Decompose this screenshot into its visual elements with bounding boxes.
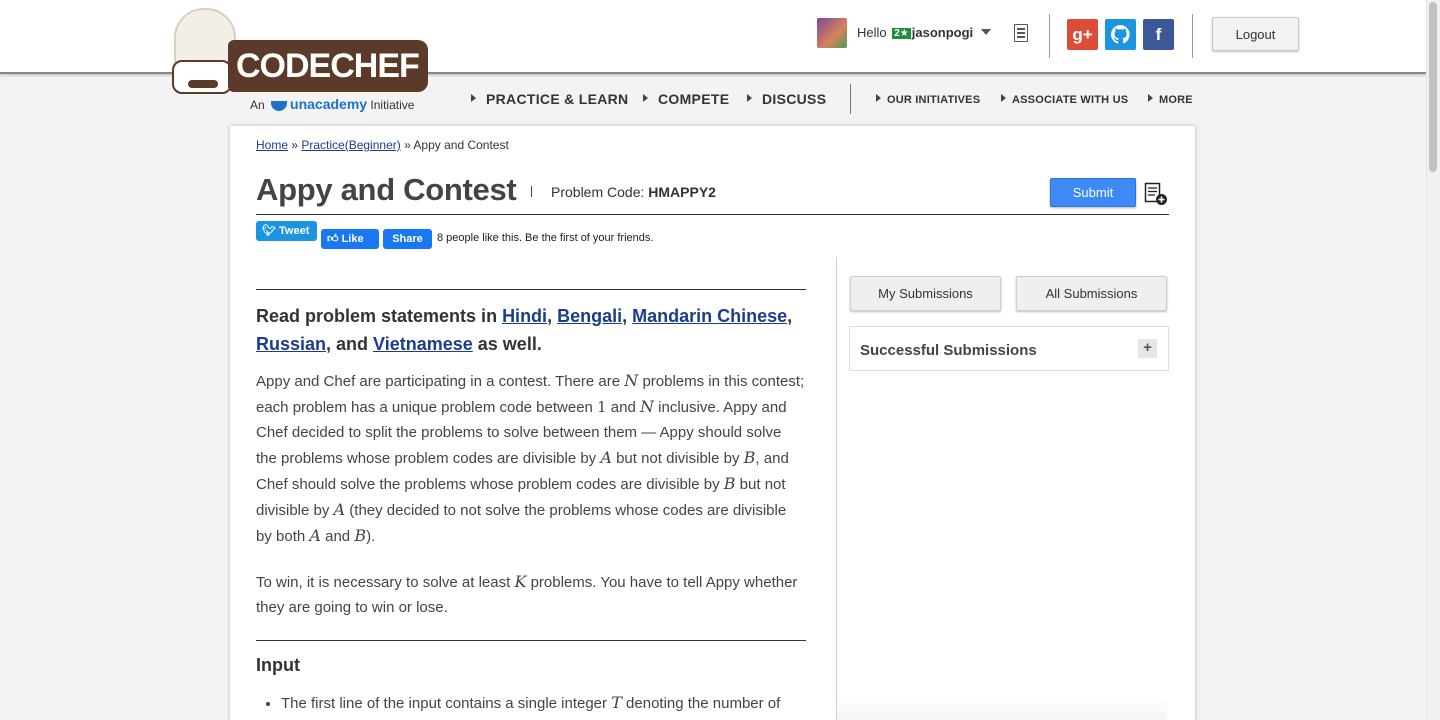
breadcrumb-practice[interactable]: Practice(Beginner) xyxy=(301,138,400,152)
unacademy-icon xyxy=(271,100,288,111)
content-divider xyxy=(256,640,806,641)
facebook-like-button[interactable]: 👍︎ Like xyxy=(321,229,379,249)
nav-discuss[interactable]: DISCUSS xyxy=(747,91,826,107)
chef-hat-icon xyxy=(174,8,236,68)
twitter-bird-icon: 🐦︎ xyxy=(262,225,276,237)
google-plus-icon[interactable]: g+ xyxy=(1067,19,1098,50)
content-divider xyxy=(256,289,806,290)
header-divider xyxy=(1192,14,1193,58)
sidebar-shadow xyxy=(837,696,1167,720)
lang-link-hindi[interactable]: Hindi xyxy=(502,306,547,326)
breadcrumb-separator: » xyxy=(400,138,414,152)
triangle-right-icon xyxy=(747,94,752,102)
breadcrumb: Home » Practice(Beginner) » Appy and Con… xyxy=(256,138,509,152)
triangle-right-icon xyxy=(471,94,476,102)
nav-compete[interactable]: COMPETE xyxy=(643,91,729,107)
facebook-like-count: 8 people like this. Be the first of your… xyxy=(437,232,654,244)
statement-paragraph-1: Appy and Chef are participating in a con… xyxy=(256,371,805,545)
hello-label: Hello xyxy=(857,25,887,40)
tweet-button[interactable]: 🐦︎ Tweet xyxy=(256,221,317,241)
sidebar-divider xyxy=(836,257,837,720)
logo-sub-brand: unacademy xyxy=(290,96,368,112)
add-to-list-icon[interactable] xyxy=(1144,182,1168,206)
triangle-right-icon xyxy=(643,94,648,102)
all-submissions-button[interactable]: All Submissions xyxy=(1016,276,1167,311)
breadcrumb-current: Appy and Contest xyxy=(413,138,509,152)
chevron-down-icon[interactable] xyxy=(981,29,991,35)
header-divider xyxy=(1049,14,1050,58)
lang-link-vietnamese[interactable]: Vietnamese xyxy=(373,334,473,354)
problem-panel: Home » Practice(Beginner) » Appy and Con… xyxy=(230,126,1195,720)
title-divider xyxy=(531,186,532,197)
notes-icon[interactable] xyxy=(1014,24,1028,42)
lang-link-bengali[interactable]: Bengali xyxy=(557,306,622,326)
user-greeting[interactable]: Hello 2★ jasonpogi xyxy=(857,25,973,40)
nav-our-initiatives[interactable]: OUR INITIATIVES xyxy=(876,94,980,106)
nav-associate-with-us[interactable]: ASSOCIATE WITH US xyxy=(1001,94,1128,106)
title-underline xyxy=(256,214,1169,215)
facebook-share-button[interactable]: Share xyxy=(383,229,432,249)
problem-statement: Read problem statements in Hindi, Bengal… xyxy=(256,289,806,720)
page-scrollbar[interactable] xyxy=(1426,0,1440,720)
language-links: Read problem statements in Hindi, Bengal… xyxy=(256,306,793,354)
statement-paragraph-2: To win, it is necessary to solve at leas… xyxy=(256,572,798,616)
codechef-logo[interactable]: CODECHEF An unacademy Initiative xyxy=(170,8,432,118)
successful-submissions-panel[interactable]: Successful Submissions + xyxy=(849,326,1169,371)
github-glyph xyxy=(1111,25,1130,44)
my-submissions-button[interactable]: My Submissions xyxy=(850,276,1001,311)
list-item: The first line of the input contains a s… xyxy=(281,690,806,720)
logo-wordmark: CODECHEF xyxy=(228,40,428,92)
input-heading: Input xyxy=(256,655,300,675)
nav-divider xyxy=(850,84,851,114)
successful-submissions-title: Successful Submissions xyxy=(860,342,1037,359)
lang-link-russian[interactable]: Russian xyxy=(256,334,326,354)
breadcrumb-separator: » xyxy=(288,138,302,152)
avatar[interactable] xyxy=(817,18,847,48)
page-title: Appy and Contest xyxy=(256,172,517,207)
breadcrumb-home[interactable]: Home xyxy=(256,138,288,152)
expand-icon[interactable]: + xyxy=(1138,339,1157,358)
thumbs-up-icon: 👍︎ xyxy=(327,233,339,245)
triangle-right-icon xyxy=(1148,94,1153,102)
nav-practice-learn[interactable]: PRACTICE & LEARN xyxy=(471,91,628,107)
triangle-right-icon xyxy=(1001,94,1006,102)
username: jasonpogi xyxy=(911,25,974,40)
github-icon[interactable] xyxy=(1105,19,1136,50)
star-rating-badge: 2★ xyxy=(892,28,911,39)
problem-code: Problem Code: HMAPPY2 xyxy=(551,184,716,200)
facebook-icon[interactable]: f xyxy=(1143,19,1174,50)
nav-more[interactable]: MORE xyxy=(1148,94,1193,106)
triangle-right-icon xyxy=(876,94,881,102)
input-list: The first line of the input contains a s… xyxy=(256,690,806,720)
lang-link-mandarin[interactable]: Mandarin Chinese xyxy=(632,306,787,326)
logo-subtitle: An unacademy Initiative xyxy=(250,96,414,112)
logo-sub-suffix: Initiative xyxy=(370,98,415,112)
logo-sub-prefix: An xyxy=(250,98,265,112)
submit-button[interactable]: Submit xyxy=(1050,178,1136,207)
scrollbar-thumb[interactable] xyxy=(1429,2,1437,172)
logout-button[interactable]: Logout xyxy=(1212,17,1299,51)
chef-face-icon xyxy=(172,60,232,94)
problem-code-value: HMAPPY2 xyxy=(648,184,716,200)
